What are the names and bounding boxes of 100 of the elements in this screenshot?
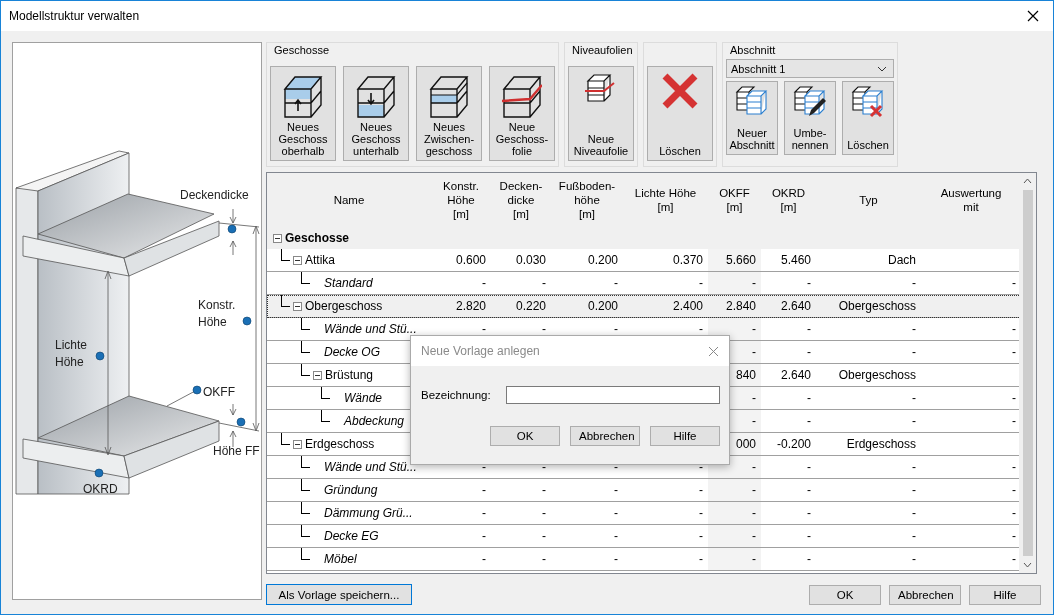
row-name: Attika bbox=[305, 253, 335, 267]
table-cell: 0.030 bbox=[515, 253, 546, 267]
dialog-button[interactable]: Hilfe bbox=[650, 426, 720, 446]
column-header[interactable]: OKFF [m] bbox=[708, 173, 761, 227]
table-cell: - bbox=[614, 276, 618, 290]
table-cell: 5.660 bbox=[725, 253, 756, 267]
row-name: Wände und Stü... bbox=[324, 322, 417, 336]
row-name: Decke EG bbox=[324, 529, 379, 543]
table-cell: - bbox=[542, 552, 546, 566]
save-template-button[interactable]: Als Vorlage speichern... bbox=[266, 584, 412, 605]
table-row[interactable]: Dämmung Grü... - - - - - - - - bbox=[267, 501, 1019, 525]
column-header[interactable]: Auswertung mit bbox=[921, 173, 1019, 227]
toolbar-button[interactable]: Neue Geschoss- folie bbox=[489, 66, 555, 161]
collapse-toggle-icon[interactable] bbox=[293, 255, 302, 265]
table-row[interactable]: Möbel - - - - - - - - bbox=[267, 547, 1019, 571]
column-header[interactable]: Fußboden- höhe [m] bbox=[551, 173, 623, 227]
table-cell: - bbox=[807, 483, 811, 497]
column-header[interactable]: Konstr. Höhe [m] bbox=[431, 173, 491, 227]
table-cell: - bbox=[482, 529, 486, 543]
scroll-down-icon[interactable] bbox=[1023, 562, 1032, 568]
table-cell: - bbox=[699, 552, 703, 566]
toolbar-button[interactable]: Neues Geschoss oberhalb bbox=[270, 66, 336, 161]
table-cell: - bbox=[752, 345, 756, 359]
table-cell: - bbox=[807, 345, 811, 359]
table-row[interactable]: Decke EG - - - - - - - - bbox=[267, 524, 1019, 548]
group-title: Geschosse bbox=[273, 43, 331, 58]
table-cell: - bbox=[752, 529, 756, 543]
row-name: Brüstung bbox=[325, 368, 374, 382]
dialog-button[interactable]: OK bbox=[490, 426, 560, 446]
table-cell: - bbox=[752, 322, 756, 336]
table-row[interactable]: Geschosse bbox=[267, 227, 1019, 249]
table-row[interactable]: Standard - - - - - - - - bbox=[267, 271, 1019, 295]
dimension-label: Deckendicke bbox=[180, 187, 249, 204]
table-cell: - bbox=[807, 322, 811, 336]
table-cell: 2.640 bbox=[780, 368, 811, 382]
table-cell: - bbox=[1012, 529, 1016, 543]
column-header[interactable]: Typ bbox=[816, 173, 921, 227]
table-cell: - bbox=[807, 506, 811, 520]
table-cell: - bbox=[912, 276, 916, 290]
table-cell: - bbox=[542, 322, 546, 336]
table-cell: - bbox=[614, 506, 618, 520]
window-title: Modellstruktur verwalten bbox=[9, 9, 140, 23]
table-cell: Obergeschoss bbox=[838, 368, 916, 382]
table-cell: 0.600 bbox=[455, 253, 486, 267]
column-header[interactable]: Lichte Höhe [m] bbox=[623, 173, 708, 227]
table-cell: 2.640 bbox=[780, 299, 811, 313]
table-row[interactable]: Obergeschoss 2.820 0.220 0.200 2.400 2.840 2.640 Obergeschoss bbox=[267, 294, 1019, 318]
table-cell: - bbox=[752, 483, 756, 497]
toolbar-button[interactable]: Neues Zwischen- geschoss bbox=[416, 66, 482, 161]
table-cell: - bbox=[1012, 483, 1016, 497]
row-name: Wände bbox=[344, 391, 383, 405]
footer-button[interactable]: Abbrechen bbox=[889, 584, 961, 605]
collapse-toggle-icon[interactable] bbox=[273, 233, 282, 243]
column-header[interactable]: Decken- dicke [m] bbox=[491, 173, 551, 227]
toolbar-button[interactable]: Löschen bbox=[842, 81, 894, 155]
row-name: Obergeschoss bbox=[305, 299, 383, 313]
collapse-toggle-icon[interactable] bbox=[293, 301, 302, 311]
table-cell: - bbox=[699, 322, 703, 336]
table-row[interactable]: Gründung - - - - - - - - bbox=[267, 478, 1019, 502]
toolbar-button[interactable]: Neuer Abschnitt bbox=[726, 81, 778, 155]
toolbar-button[interactable]: Neue Niveaufolie bbox=[568, 66, 634, 161]
table-cell: - bbox=[699, 483, 703, 497]
dimension-label: Höhe FF bbox=[213, 443, 260, 460]
section-stack-icon bbox=[793, 84, 827, 118]
table-cell: 0.220 bbox=[515, 299, 546, 313]
name-input-field[interactable] bbox=[505, 386, 720, 404]
collapse-toggle-icon[interactable] bbox=[293, 439, 302, 449]
column-header[interactable]: OKRD [m] bbox=[761, 173, 816, 227]
column-header[interactable]: Name bbox=[267, 173, 431, 227]
table-cell: - bbox=[752, 506, 756, 520]
table-cell: - bbox=[542, 506, 546, 520]
table-cell: 0.200 bbox=[587, 299, 618, 313]
scroll-up-icon[interactable] bbox=[1023, 178, 1032, 184]
dimension-label: OKFF bbox=[203, 384, 235, 401]
footer-button[interactable]: Hilfe bbox=[969, 584, 1041, 605]
table-cell: - bbox=[614, 483, 618, 497]
row-name: Möbel bbox=[324, 552, 357, 566]
table-cell: - bbox=[614, 322, 618, 336]
table-cell: 0.200 bbox=[587, 253, 618, 267]
toolbar-button[interactable]: Neues Geschoss unterhalb bbox=[343, 66, 409, 161]
group-title: Abschnitt bbox=[729, 43, 777, 58]
table-cell: - bbox=[482, 460, 486, 474]
delete-icon bbox=[660, 71, 700, 111]
table-cell: - bbox=[482, 506, 486, 520]
toolbar-button[interactable]: Umbe- nennen bbox=[784, 81, 836, 155]
row-name: Abdeckung bbox=[344, 414, 405, 428]
vertical-scrollbar[interactable] bbox=[1019, 173, 1036, 573]
table-cell: - bbox=[912, 322, 916, 336]
row-name: Gründung bbox=[324, 483, 378, 497]
close-icon[interactable] bbox=[1027, 10, 1039, 22]
footer-button[interactable]: OK bbox=[809, 584, 881, 605]
table-cell: 2.840 bbox=[725, 299, 756, 313]
section-dropdown[interactable]: Abschnitt 1 bbox=[726, 59, 894, 78]
table-cell: - bbox=[542, 483, 546, 497]
table-cell: - bbox=[482, 276, 486, 290]
table-cell: 5.460 bbox=[780, 253, 811, 267]
collapse-toggle-icon[interactable] bbox=[313, 370, 322, 380]
toolbar-button[interactable]: Löschen bbox=[647, 66, 713, 161]
table-row[interactable]: Attika 0.600 0.030 0.200 0.370 5.660 5.460 Dach bbox=[267, 249, 1019, 272]
dialog-button[interactable]: Abbrechen bbox=[570, 426, 640, 446]
